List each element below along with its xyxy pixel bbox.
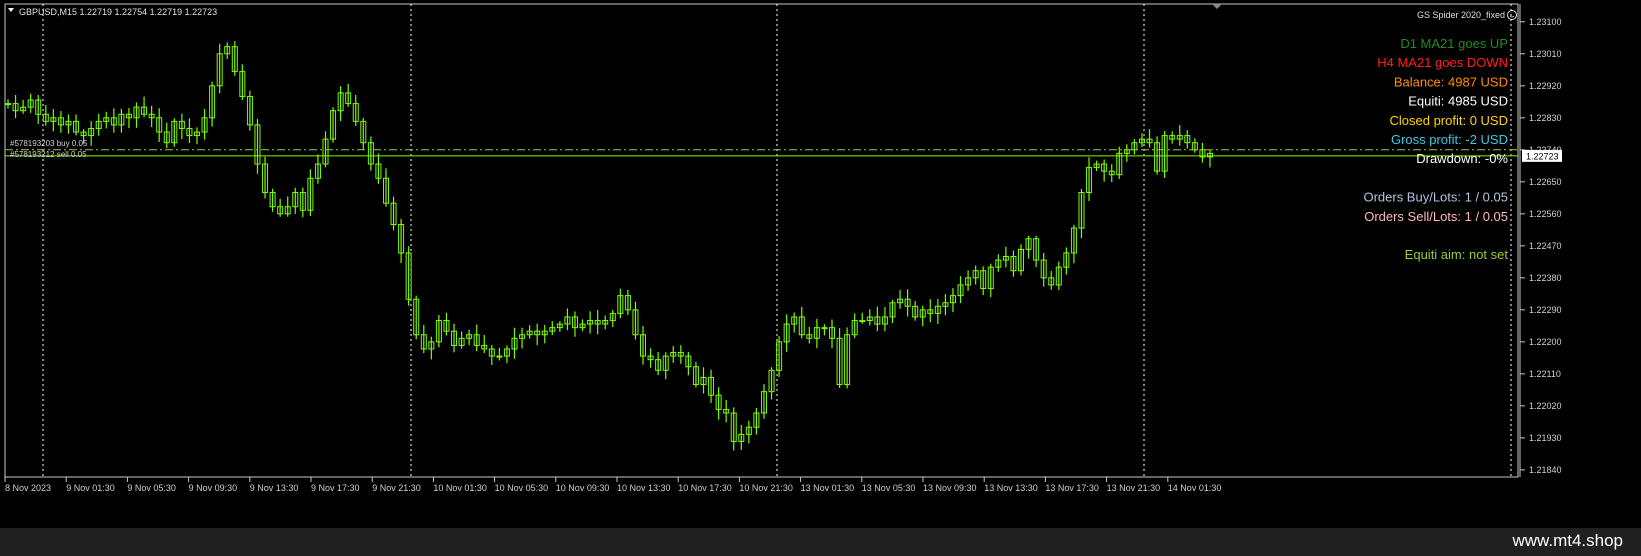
panel-line: Drawdown: -0% [1416,151,1508,166]
symbol-info: GBPUSD,M15 1.22719 1.22754 1.22719 1.227… [19,7,217,17]
candle-body [821,327,828,330]
candle-body [5,103,11,106]
panel-line: Gross profit: -2 USD [1391,132,1508,147]
price-tick-label: 1.23010 [1529,49,1562,59]
time-tick-label: 13 Nov 17:30 [1045,483,1099,493]
price-tick-label: 1.22830 [1529,113,1562,123]
time-tick-label: 9 Nov 01:30 [66,483,115,493]
panel-line: Orders Buy/Lots: 1 / 0.05 [1363,190,1508,205]
price-tick-label: 1.23100 [1529,17,1562,27]
time-tick-label: 10 Nov 13:30 [617,483,671,493]
time-tick-label: 13 Nov 21:30 [1107,483,1161,493]
price-tick-label: 1.22020 [1529,401,1562,411]
time-tick-label: 9 Nov 21:30 [372,483,421,493]
panel-line: D1 MA21 goes UP [1400,36,1508,51]
panel-line: Closed profit: 0 USD [1390,113,1509,128]
time-tick-label: 13 Nov 05:30 [862,483,916,493]
time-tick-label: 10 Nov 17:30 [678,483,732,493]
time-tick-label: 13 Nov 09:30 [923,483,977,493]
price-tick-label: 1.22920 [1529,81,1562,91]
order-label-sell: #578193212 sell 0.05 [10,150,87,159]
time-tick-label: 10 Nov 09:30 [556,483,610,493]
panel-line: Equiti aim: not set [1405,247,1509,262]
candle-body [859,320,866,323]
time-tick-label: 9 Nov 09:30 [189,483,238,493]
time-tick-label: 10 Nov 01:30 [433,483,487,493]
panel-line: Equiti: 4985 USD [1408,94,1508,109]
price-tick-label: 1.22650 [1529,177,1562,187]
price-tick-label: 1.22380 [1529,273,1562,283]
price-tick-label: 1.22560 [1529,209,1562,219]
time-tick-label: 10 Nov 05:30 [495,483,549,493]
price-tick-label: 1.21930 [1529,433,1562,443]
current-price-label: 1.22723 [1526,151,1559,161]
panel-line: H4 MA21 goes DOWN [1377,55,1508,70]
time-tick-label: 13 Nov 13:30 [984,483,1038,493]
panel-line: Balance: 4987 USD [1394,74,1508,89]
panel-line: Orders Sell/Lots: 1 / 0.05 [1364,209,1508,224]
indicator-name: GS Spider 2020_fixed [1417,10,1505,20]
price-tick-label: 1.22110 [1529,369,1561,379]
price-tick-label: 1.22200 [1529,337,1562,347]
price-tick-label: 1.22470 [1529,241,1562,251]
price-chart[interactable]: #578193203 buy 0.05 #578193212 sell 0.05 1… [0,0,1641,528]
time-tick-label: 10 Nov 21:30 [739,483,793,493]
time-tick-label: 14 Nov 01:30 [1168,483,1222,493]
price-tick-label: 1.22290 [1529,305,1562,315]
time-tick-label: 8 Nov 2023 [5,483,51,493]
time-tick-label: 9 Nov 13:30 [250,483,299,493]
time-tick-label: 9 Nov 05:30 [127,483,176,493]
order-label-buy: #578193203 buy 0.05 [10,139,88,148]
price-tick-label: 1.21840 [1529,465,1562,475]
time-tick-label: 9 Nov 17:30 [311,483,360,493]
time-tick-label: 13 Nov 01:30 [801,483,855,493]
brand-watermark: www.mt4.shop [1512,531,1623,550]
footer-bar: www.mt4.shop [0,528,1641,556]
candle-body [496,355,503,358]
